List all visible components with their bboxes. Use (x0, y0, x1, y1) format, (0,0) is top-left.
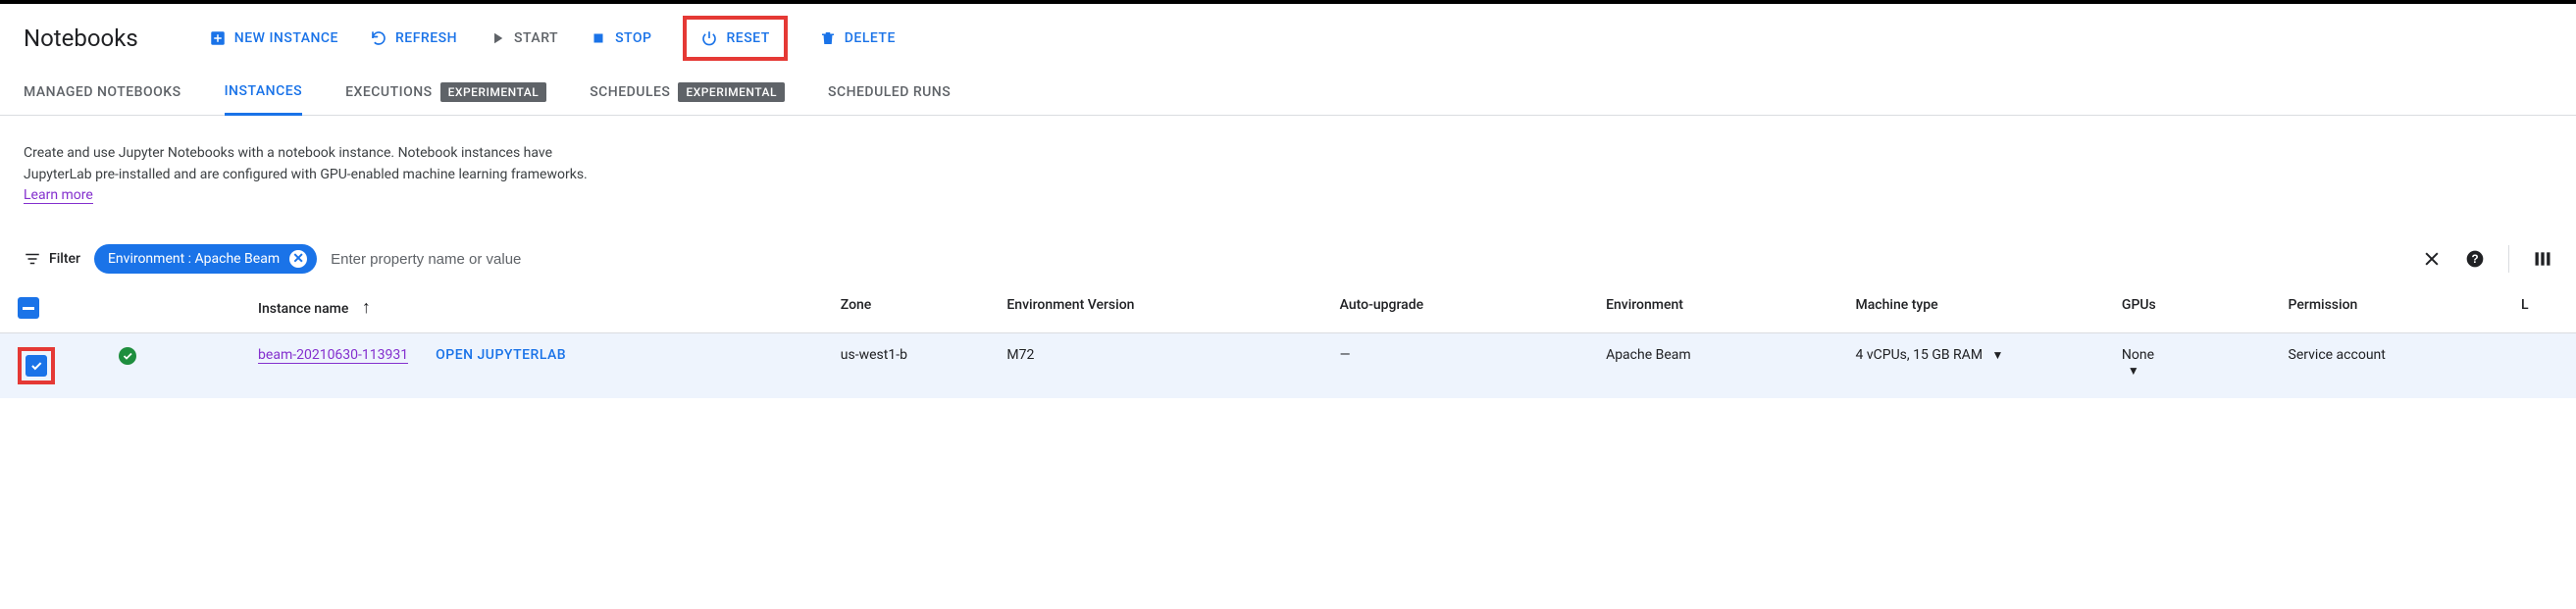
col-auto-upgrade[interactable]: Auto-upgrade (1340, 297, 1423, 313)
tab-label: SCHEDULED RUNS (828, 84, 951, 100)
col-env-version[interactable]: Environment Version (1006, 297, 1134, 313)
status-ok-icon (119, 347, 136, 365)
cell-zone: us-west1-b (841, 347, 907, 363)
instances-table: Instance name ↑ Zone Environment Version… (0, 283, 2576, 398)
col-environment[interactable]: Environment (1606, 297, 1683, 313)
col-instance-name[interactable]: Instance name (258, 301, 348, 317)
intro-body: Create and use Jupyter Notebooks with a … (24, 145, 588, 182)
table-header-row: Instance name ↑ Zone Environment Version… (0, 283, 2576, 333)
tab-label: INSTANCES (225, 83, 303, 99)
col-gpus[interactable]: GPUs (2122, 297, 2156, 313)
toolbar: Notebooks NEW INSTANCE REFRESH START STO… (0, 4, 2576, 69)
delete-label: DELETE (845, 30, 896, 46)
filter-toggle[interactable]: Filter (24, 250, 80, 268)
stop-label: STOP (615, 30, 651, 46)
column-display-icon[interactable] (2533, 249, 2552, 269)
gpus-dropdown-icon[interactable]: ▼ (2128, 364, 2139, 378)
power-reset-icon (700, 29, 718, 47)
reset-button[interactable]: RESET (683, 16, 787, 61)
start-button[interactable]: START (489, 29, 558, 47)
start-label: START (514, 30, 558, 46)
sort-asc-icon[interactable]: ↑ (362, 297, 371, 318)
filter-chip-environment[interactable]: Environment : Apache Beam ✕ (94, 244, 317, 274)
select-all-checkbox[interactable] (18, 297, 39, 319)
col-zone[interactable]: Zone (841, 297, 872, 313)
col-permission[interactable]: Permission (2289, 297, 2358, 313)
filter-chip-text: Environment : Apache Beam (108, 251, 280, 267)
refresh-icon (370, 29, 387, 47)
instance-name-link[interactable]: beam-20210630-113931 (258, 347, 408, 364)
table-row[interactable]: beam-20210630-113931 OPEN JUPYTERLAB us-… (0, 333, 2576, 399)
table-toolbar-right: ? (2422, 245, 2552, 273)
cell-machine-type: 4 vCPUs, 15 GB RAM (1856, 347, 1984, 363)
cell-auto-upgrade: — (1340, 347, 1351, 363)
filter-icon (24, 250, 41, 268)
open-jupyterlab-button[interactable]: OPEN JUPYTERLAB (436, 347, 566, 363)
experimental-badge: EXPERIMENTAL (440, 82, 547, 102)
row-checkbox[interactable] (26, 355, 47, 377)
filter-label-text: Filter (49, 251, 80, 267)
add-box-icon (209, 29, 227, 47)
trash-icon (819, 29, 837, 47)
cell-env-version: M72 (1006, 347, 1034, 363)
play-icon (489, 29, 506, 47)
col-machine-type[interactable]: Machine type (1856, 297, 1938, 313)
refresh-label: REFRESH (395, 30, 457, 46)
help-icon[interactable]: ? (2465, 249, 2485, 269)
refresh-button[interactable]: REFRESH (370, 29, 457, 47)
tab-scheduled-runs[interactable]: SCHEDULED RUNS (828, 69, 951, 115)
delete-button[interactable]: DELETE (819, 29, 896, 47)
tab-bar: MANAGED NOTEBOOKS INSTANCES EXECUTIONS E… (0, 69, 2576, 116)
cell-environment: Apache Beam (1606, 347, 1691, 363)
tab-schedules[interactable]: SCHEDULES EXPERIMENTAL (590, 69, 785, 115)
tab-label: SCHEDULES (590, 84, 670, 100)
tab-instances[interactable]: INSTANCES (225, 70, 303, 116)
page-title: Notebooks (24, 25, 138, 52)
new-instance-label: NEW INSTANCE (234, 30, 338, 46)
chip-remove-icon[interactable]: ✕ (289, 250, 307, 268)
col-last-truncated[interactable]: L (2521, 297, 2529, 313)
reset-label: RESET (726, 30, 769, 46)
tab-managed-notebooks[interactable]: MANAGED NOTEBOOKS (24, 69, 181, 115)
tab-executions[interactable]: EXECUTIONS EXPERIMENTAL (345, 69, 546, 115)
clear-filters-icon[interactable] (2422, 249, 2442, 269)
tab-label: EXECUTIONS (345, 84, 433, 100)
cell-permission: Service account (2289, 347, 2386, 363)
svg-text:?: ? (2471, 253, 2478, 266)
intro-text: Create and use Jupyter Notebooks with a … (0, 116, 628, 234)
filter-bar: Filter Environment : Apache Beam ✕ ? (0, 234, 2576, 283)
filter-input[interactable] (331, 251, 1363, 268)
row-checkbox-highlight (18, 347, 55, 384)
learn-more-link[interactable]: Learn more (24, 187, 93, 204)
experimental-badge: EXPERIMENTAL (678, 82, 785, 102)
stop-button[interactable]: STOP (590, 29, 651, 47)
tab-label: MANAGED NOTEBOOKS (24, 84, 181, 100)
cell-gpus: None (2122, 347, 2154, 363)
stop-icon (590, 29, 607, 47)
new-instance-button[interactable]: NEW INSTANCE (209, 29, 338, 47)
machine-type-dropdown-icon[interactable]: ▼ (1992, 348, 2004, 362)
